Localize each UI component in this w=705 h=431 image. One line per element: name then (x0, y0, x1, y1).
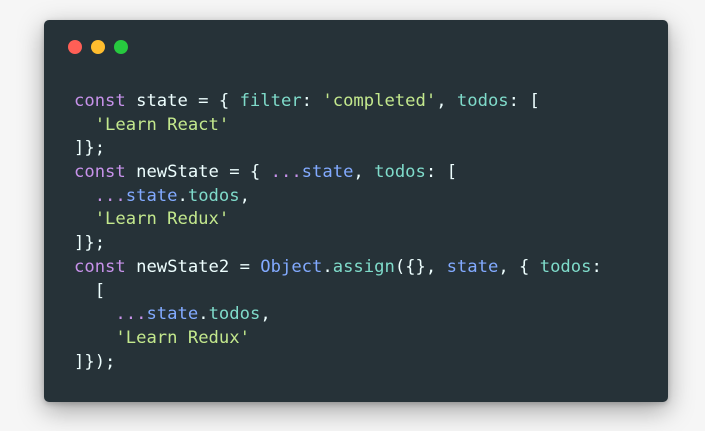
code-token: 'Learn React' (94, 114, 230, 135)
code-token: 'Learn Redux' (115, 327, 250, 348)
code-line: [ (74, 280, 602, 304)
code-token: : [ (425, 162, 457, 183)
code-token: , (436, 91, 457, 111)
code-token: assign (332, 256, 395, 277)
code-token: : (591, 256, 602, 277)
code-token: , (260, 304, 271, 325)
close-dot-icon[interactable] (68, 40, 82, 54)
code-line: const state = { filter: 'completed', tod… (74, 90, 602, 114)
code-token: todos (456, 91, 509, 111)
code-token: filter (239, 91, 302, 111)
code-token: . (198, 304, 209, 325)
code-line: const newState = { ...state, todos: [ (74, 161, 602, 185)
window-titlebar (68, 40, 128, 54)
code-token: Object (260, 256, 323, 277)
code-token: . (177, 185, 188, 206)
code-window: const state = { filter: 'completed', tod… (44, 20, 668, 402)
code-token: : [ (508, 91, 540, 111)
minimize-dot-icon[interactable] (91, 40, 105, 54)
code-token: ... (270, 162, 302, 183)
code-line: const newState2 = Object.assign({}, stat… (74, 256, 602, 280)
code-token: const (74, 256, 126, 277)
code-token: state (446, 256, 499, 277)
code-token: todos (187, 185, 240, 206)
code-token: ]}); (74, 351, 116, 372)
code-token: [ (74, 280, 106, 301)
code-token: todos (539, 256, 592, 277)
code-token: const (74, 91, 126, 111)
code-token: : (301, 91, 323, 111)
code-token: , (353, 162, 375, 183)
code-token: , (239, 185, 250, 206)
code-token: newState = { (125, 162, 271, 183)
code-token: const (74, 162, 126, 183)
code-token: ({}, (394, 256, 447, 277)
code-token: ]}; (74, 138, 106, 159)
code-token: , { (498, 256, 540, 277)
code-token: state (301, 162, 354, 183)
code-token: todos (208, 304, 261, 325)
code-token: ... (94, 185, 126, 206)
code-line: ]}; (74, 232, 602, 256)
maximize-dot-icon[interactable] (114, 40, 128, 54)
code-line: ...state.todos, (74, 303, 602, 327)
code-line: 'Learn Redux' (74, 208, 602, 232)
code-token: newState2 = (125, 256, 261, 277)
code-block: const state = { filter: 'completed', tod… (74, 90, 602, 374)
code-line: 'Learn React' (74, 114, 602, 138)
code-token: 'completed' (322, 91, 437, 111)
code-token: todos (374, 162, 426, 183)
code-token: ... (115, 304, 147, 325)
code-line: 'Learn Redux' (74, 327, 602, 351)
code-line: ...state.todos, (74, 185, 602, 209)
code-token: state (146, 304, 199, 325)
code-token: state = { (125, 91, 240, 111)
code-token: state (125, 185, 178, 206)
code-token: 'Learn Redux' (94, 209, 230, 230)
code-line: ]}); (74, 351, 602, 375)
code-token: ]}; (74, 233, 106, 254)
code-token: . (322, 256, 333, 277)
code-line: ]}; (74, 137, 602, 161)
